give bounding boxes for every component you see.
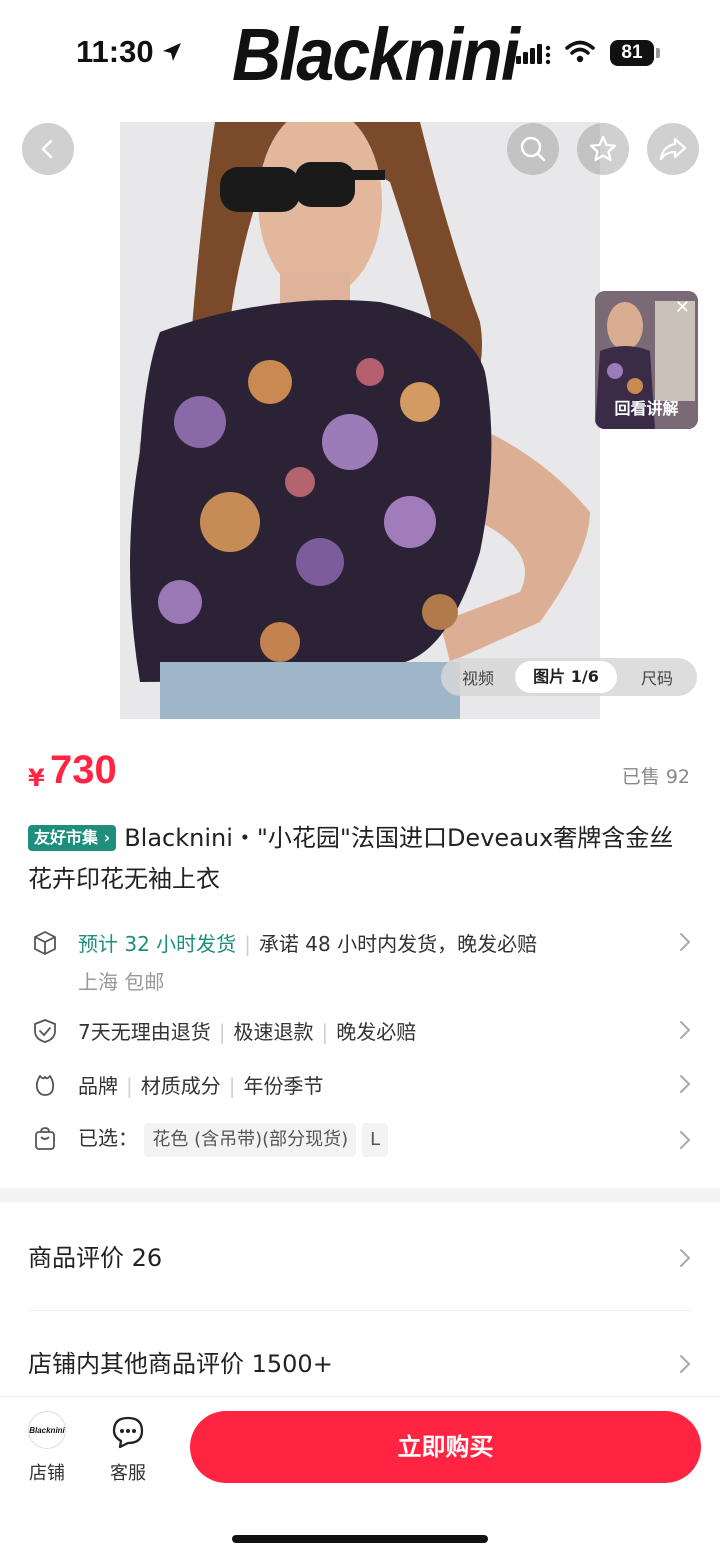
selection-text: 已选： 花色 (含吊带)(部分现货) L: [78, 1122, 394, 1157]
attribute-item: 材质成分: [140, 1074, 221, 1098]
live-replay-label: 回看讲解: [614, 399, 679, 418]
product-reviews-row[interactable]: 商品评价 26: [28, 1238, 692, 1278]
selection-label: 已选：: [78, 1126, 138, 1150]
chevron-right-icon: [680, 1075, 691, 1093]
store-reviews-label: 店铺内其他商品评价 1500+: [28, 1350, 333, 1378]
selection-row[interactable]: 已选： 花色 (含吊带)(部分现货) L: [28, 1120, 692, 1160]
tab-size[interactable]: 尺码: [617, 665, 697, 689]
chat-icon: [112, 1416, 144, 1449]
service-label: 客服: [110, 1463, 146, 1484]
shipping-promise: 承诺 48 小时内发货，晚发必赔: [258, 932, 538, 956]
favorite-button[interactable]: [577, 123, 629, 175]
battery-tip: [656, 48, 660, 58]
market-tag-label: 友好市集: [34, 828, 99, 847]
selected-size-chip[interactable]: L: [362, 1123, 389, 1157]
brand-tag-icon: [35, 1075, 55, 1096]
sold-count: 已售 92: [621, 766, 690, 788]
share-button[interactable]: [647, 123, 699, 175]
wifi-icon: [565, 40, 595, 63]
row-divider: [28, 1310, 692, 1311]
bag-icon: [35, 1127, 55, 1150]
close-icon[interactable]: ✕: [675, 297, 690, 318]
share-icon: [659, 137, 687, 161]
tab-video[interactable]: 视频: [441, 665, 515, 689]
bottom-action-bar: Blacknini 店铺 客服 立即购买: [0, 1396, 720, 1560]
guarantee-item: 极速退款: [233, 1020, 314, 1044]
back-arrow-icon: [41, 139, 53, 159]
location-arrow-icon: [163, 43, 181, 61]
shipping-text: 预计 32 小时发货 | 承诺 48 小时内发货，晚发必赔: [78, 932, 538, 956]
chevron-right-icon: [680, 1249, 691, 1267]
price-value: 730: [50, 748, 117, 792]
search-icon: [520, 136, 546, 162]
live-replay-thumbnail[interactable]: ✕ 回看讲解: [595, 291, 698, 429]
guarantee-item: 7天无理由退货: [78, 1020, 211, 1044]
shop-logo: Blacknini: [28, 1411, 66, 1449]
section-divider: [0, 1188, 720, 1202]
guarantee-text: 7天无理由退货 | 极速退款 | 晚发必赔: [78, 1020, 417, 1044]
product-photo-illustration: [120, 122, 600, 719]
guarantee-row[interactable]: 7天无理由退货 | 极速退款 | 晚发必赔: [28, 1016, 692, 1046]
product-photo[interactable]: [120, 122, 600, 719]
buy-now-button[interactable]: 立即购买: [190, 1411, 701, 1483]
price-symbol: ¥: [28, 764, 45, 792]
back-button[interactable]: [22, 123, 74, 175]
attribute-item: 品牌: [78, 1074, 118, 1098]
chevron-right-icon: [680, 933, 691, 951]
brand-logo: Blacknini: [232, 13, 520, 96]
market-tag[interactable]: 友好市集 ›: [28, 825, 117, 851]
media-tabs: 视频 图片 1/6 尺码: [441, 658, 697, 696]
price-row: ¥ 730 已售 92: [28, 748, 692, 798]
shop-label: 店铺: [29, 1463, 65, 1484]
chevron-right-icon: [680, 1021, 691, 1039]
attribute-item: 年份季节: [243, 1074, 324, 1098]
attributes-text: 品牌 | 材质成分 | 年份季节: [78, 1074, 324, 1098]
product-title-block: 友好市集 › Blacknini・"小花园"法国进口Deveaux奢牌含金丝花卉印…: [28, 818, 692, 900]
attributes-row[interactable]: 品牌 | 材质成分 | 年份季节: [28, 1070, 692, 1100]
selected-color-chip[interactable]: 花色 (含吊带)(部分现货): [144, 1123, 357, 1157]
status-time: 11:30: [76, 34, 154, 69]
shipping-estimate: 预计 32 小时发货: [78, 932, 237, 956]
shield-icon: [34, 1019, 56, 1043]
signal-icon: [516, 44, 551, 65]
tab-photos[interactable]: 图片 1/6: [515, 661, 617, 693]
shipping-row[interactable]: 预计 32 小时发货 | 承诺 48 小时内发货，晚发必赔 上海 包邮: [28, 928, 692, 998]
package-icon: [34, 931, 56, 955]
store-reviews-row[interactable]: 店铺内其他商品评价 1500+: [28, 1344, 692, 1384]
chevron-right-icon: [680, 1355, 691, 1373]
home-indicator[interactable]: [232, 1535, 488, 1543]
status-bar: 11:30 Blacknini 81: [0, 0, 720, 110]
search-button[interactable]: [507, 123, 559, 175]
guarantee-item: 晚发必赔: [336, 1020, 417, 1044]
product-gallery[interactable]: ✕ 回看讲解 视频 图片 1/6 尺码: [0, 110, 720, 720]
product-title: Blacknini・"小花园"法国进口Deveaux奢牌含金丝花卉印花无袖上衣: [28, 824, 674, 893]
customer-service-button[interactable]: 客服: [104, 1415, 152, 1485]
battery-icon: 81: [610, 40, 660, 66]
shop-button[interactable]: Blacknini 店铺: [22, 1411, 72, 1485]
battery-level: 81: [610, 40, 654, 66]
product-reviews-label: 商品评价 26: [28, 1244, 163, 1272]
star-icon: [589, 135, 617, 162]
shipping-origin: 上海 包邮: [78, 970, 165, 994]
chevron-right-icon: [680, 1131, 691, 1149]
